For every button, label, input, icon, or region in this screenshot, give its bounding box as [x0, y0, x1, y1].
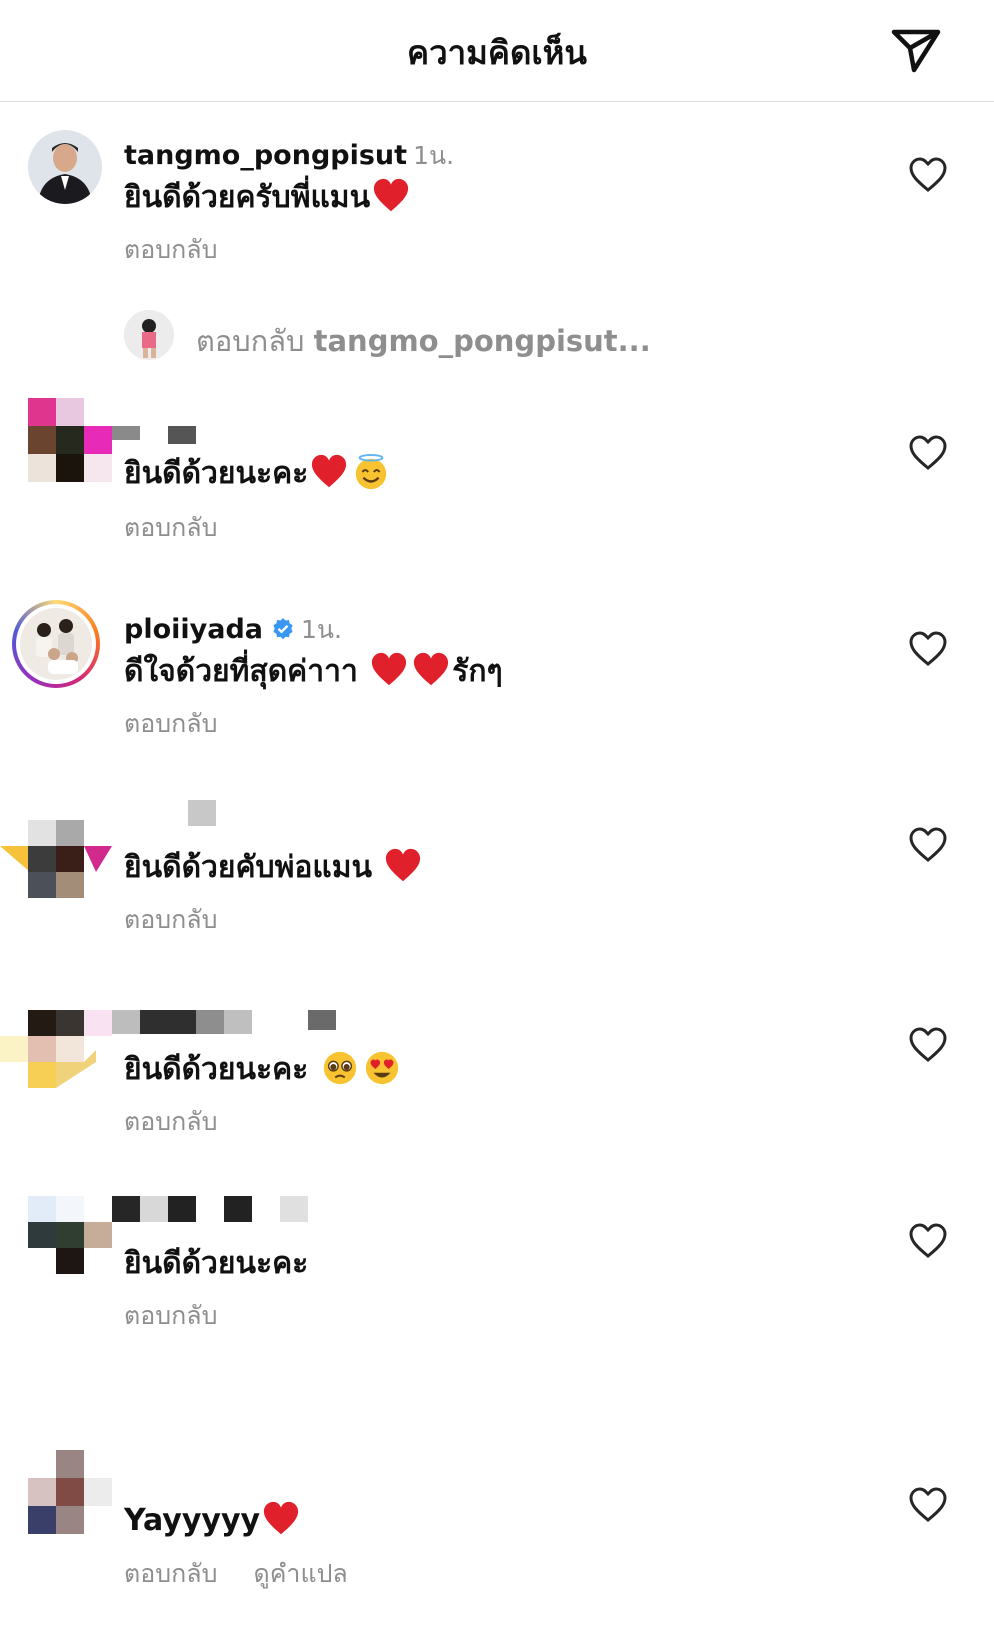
paper-plane-icon	[891, 29, 941, 73]
view-replies-text: ตอบกลับ tangmo_pongpisut...	[196, 318, 651, 364]
avatar[interactable]	[28, 130, 102, 204]
avatar[interactable]	[28, 398, 112, 482]
avatar[interactable]	[0, 1010, 112, 1090]
verified-badge-icon	[273, 618, 293, 640]
red-heart-emoji-icon	[414, 652, 449, 686]
heart-outline-icon[interactable]	[908, 630, 948, 668]
comment-body: ดีใจด้วยที่สุดค่าาา	[124, 654, 358, 689]
comment-actions: ตอบกลับ	[124, 900, 253, 940]
censored-username	[224, 1010, 252, 1034]
see-translation-button[interactable]: ดูคำแปล	[253, 1559, 347, 1588]
reply-button[interactable]: ตอบกลับ	[124, 513, 217, 542]
red-heart-emoji-icon	[312, 454, 347, 488]
red-heart-emoji-icon	[263, 1501, 299, 1535]
comment-text: ดีใจด้วยที่สุดค่าาา รักๆ	[124, 648, 503, 695]
header-bar: ความคิดเห็น	[0, 0, 994, 102]
reply-button[interactable]: ตอบกลับ	[124, 1107, 217, 1136]
comment-time: 1น.	[413, 141, 455, 170]
heart-outline-icon[interactable]	[908, 434, 948, 472]
comment-actions: ตอบกลับ	[124, 1102, 253, 1142]
view-replies-username: tangmo_pongpisut...	[313, 324, 651, 358]
avatar	[20, 608, 92, 680]
comment-text: ยินดีด้วยนะคะ	[124, 450, 392, 497]
reply-button[interactable]: ตอบกลับ	[124, 1301, 217, 1330]
heart-outline-icon[interactable]	[908, 826, 948, 864]
censored-username	[168, 1196, 196, 1222]
censored-username	[196, 1010, 224, 1034]
heart-outline-icon[interactable]	[908, 1222, 948, 1260]
censored-username	[112, 1010, 140, 1034]
comment-body-suffix: รักๆ	[452, 654, 503, 689]
reply-button[interactable]: ตอบกลับ	[124, 235, 217, 264]
red-heart-emoji-icon	[372, 652, 407, 686]
censored-username	[224, 1196, 252, 1222]
comment-username[interactable]: tangmo_pongpisut	[124, 140, 407, 171]
censored-username	[308, 1010, 336, 1030]
censored-username	[280, 1196, 308, 1222]
heart-eyes-emoji-icon	[365, 1051, 398, 1085]
comment-actions: ตอบกลับ ดูคำแปล	[124, 1554, 384, 1594]
heart-outline-icon[interactable]	[908, 1486, 948, 1524]
censored-username	[168, 426, 196, 444]
comment-text: Yayyyyy	[124, 1500, 302, 1538]
avatar	[124, 310, 174, 360]
comment-time: 1น.	[301, 615, 342, 644]
send-button[interactable]	[888, 24, 944, 76]
pleading-face-emoji-icon	[323, 1051, 356, 1085]
comment-text: ยินดีด้วยนะคะ	[124, 1240, 308, 1287]
avatar[interactable]	[28, 1450, 112, 1534]
comment-actions: ตอบกลับ	[124, 704, 253, 744]
story-ring[interactable]	[12, 600, 100, 688]
comment-username[interactable]: ploiiyada	[124, 614, 263, 645]
comment-text: ยินดีด้วยครับพี่แมน	[124, 174, 412, 221]
censored-username	[188, 800, 216, 826]
comment-body: ยินดีด้วยคับพ่อแมน	[124, 850, 372, 885]
censored-username	[140, 1196, 168, 1222]
red-heart-emoji-icon	[373, 178, 409, 212]
censored-username	[140, 1010, 196, 1034]
red-heart-emoji-icon	[386, 848, 421, 882]
comment-body: ยินดีด้วยนะคะ	[124, 1052, 309, 1087]
view-replies-prefix: ตอบกลับ	[196, 324, 305, 358]
comment-actions: ตอบกลับ	[124, 1296, 253, 1336]
avatar[interactable]	[0, 820, 112, 900]
avatar[interactable]	[28, 1196, 112, 1274]
comment-text: ยินดีด้วยนะคะ	[124, 1046, 403, 1093]
page-title: ความคิดเห็น	[407, 33, 587, 72]
reply-button[interactable]: ตอบกลับ	[124, 709, 217, 738]
comment-text: ยินดีด้วยคับพ่อแมน	[124, 844, 424, 891]
smiling-halo-emoji-icon	[356, 453, 387, 490]
heart-outline-icon[interactable]	[908, 156, 948, 194]
comment-actions: ตอบกลับ	[124, 508, 253, 548]
censored-username	[112, 426, 140, 440]
comment-body: ยินดีด้วยครับพี่แมน	[124, 180, 371, 215]
reply-button[interactable]: ตอบกลับ	[124, 1559, 217, 1588]
comment-body: Yayyyyy	[124, 1503, 261, 1538]
reply-button[interactable]: ตอบกลับ	[124, 905, 217, 934]
comment-actions: ตอบกลับ	[124, 230, 253, 270]
heart-outline-icon[interactable]	[908, 1026, 948, 1064]
censored-username	[112, 1196, 140, 1222]
comment-body: ยินดีด้วยนะคะ	[124, 1246, 309, 1281]
comment-body: ยินดีด้วยนะคะ	[124, 456, 309, 491]
